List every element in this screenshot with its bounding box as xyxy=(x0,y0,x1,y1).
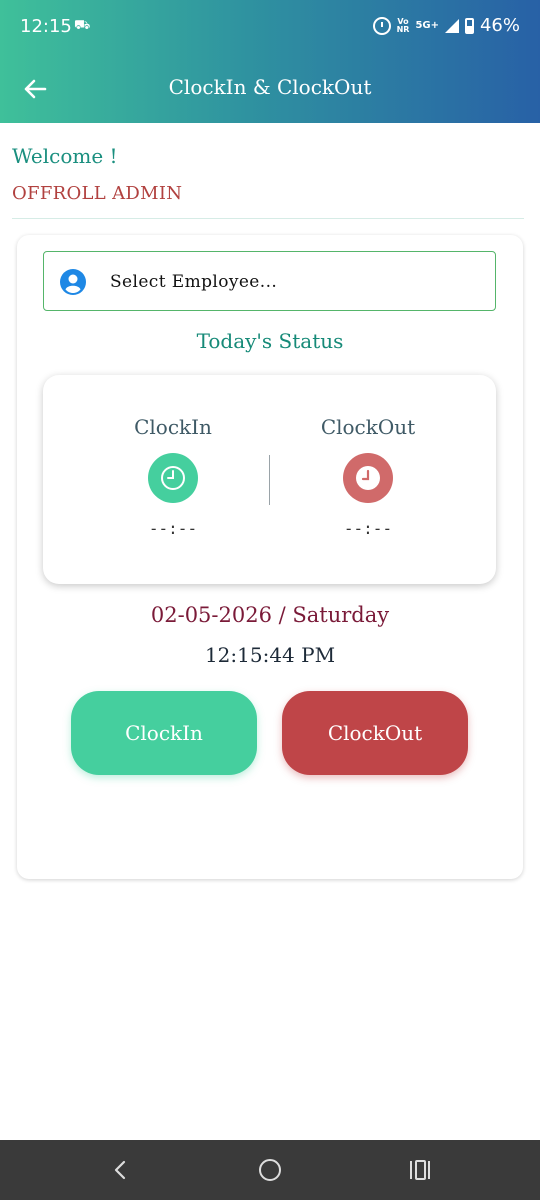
clock-in-status-icon xyxy=(148,453,198,503)
current-time: 12:15:44 PM xyxy=(204,643,336,667)
clock-icon xyxy=(161,466,185,490)
employee-select-placeholder: Select Employee... xyxy=(110,272,278,292)
app-header: 12:15 ⛟ Vo NR 5G+ 46% ClockIn & ClockOut xyxy=(0,0,540,123)
network-type: 5G+ xyxy=(415,19,439,31)
clock-icon xyxy=(356,466,380,490)
today-status-title: Today's Status xyxy=(196,329,344,353)
signal-icon xyxy=(444,18,459,33)
welcome-text: Welcome ! xyxy=(12,144,118,168)
alarm-icon xyxy=(372,16,391,35)
clock-in-time: --:-- xyxy=(148,519,198,538)
status-time: 12:15 xyxy=(20,16,72,37)
divider xyxy=(12,218,524,219)
clock-out-time: --:-- xyxy=(343,519,393,538)
toolbar: ClockIn & ClockOut xyxy=(0,54,540,123)
clock-in-button[interactable]: ClockIn xyxy=(71,691,257,775)
clock-in-label: ClockIn xyxy=(134,415,212,439)
system-nav-bar xyxy=(0,1140,540,1200)
clock-out-button[interactable]: ClockOut xyxy=(282,691,468,775)
user-name: OFFROLL ADMIN xyxy=(12,183,183,204)
person-icon xyxy=(60,269,86,295)
battery-icon xyxy=(464,17,474,34)
clock-out-status-icon xyxy=(343,453,393,503)
employee-select[interactable]: Select Employee... xyxy=(43,251,496,311)
status-icons: Vo NR 5G+ 46% xyxy=(372,15,520,36)
nav-back-icon[interactable] xyxy=(110,1158,130,1182)
clock-out-label: ClockOut xyxy=(320,415,416,439)
page-title: ClockIn & ClockOut xyxy=(168,75,372,99)
status-separator xyxy=(269,455,270,505)
attendance-card: Select Employee... Today's Status ClockI… xyxy=(17,235,523,879)
status-card: ClockIn ClockOut --:-- --:-- xyxy=(43,375,496,584)
car-icon: ⛟ xyxy=(74,18,91,33)
volte-indicator: Vo NR xyxy=(396,16,410,34)
battery-percent: 46% xyxy=(479,15,520,36)
nav-home-icon[interactable] xyxy=(259,1159,281,1181)
status-bar: 12:15 ⛟ Vo NR 5G+ 46% xyxy=(0,0,540,54)
nav-recents-icon[interactable] xyxy=(408,1158,432,1182)
current-date: 02-05-2026 / Saturday xyxy=(150,603,390,627)
